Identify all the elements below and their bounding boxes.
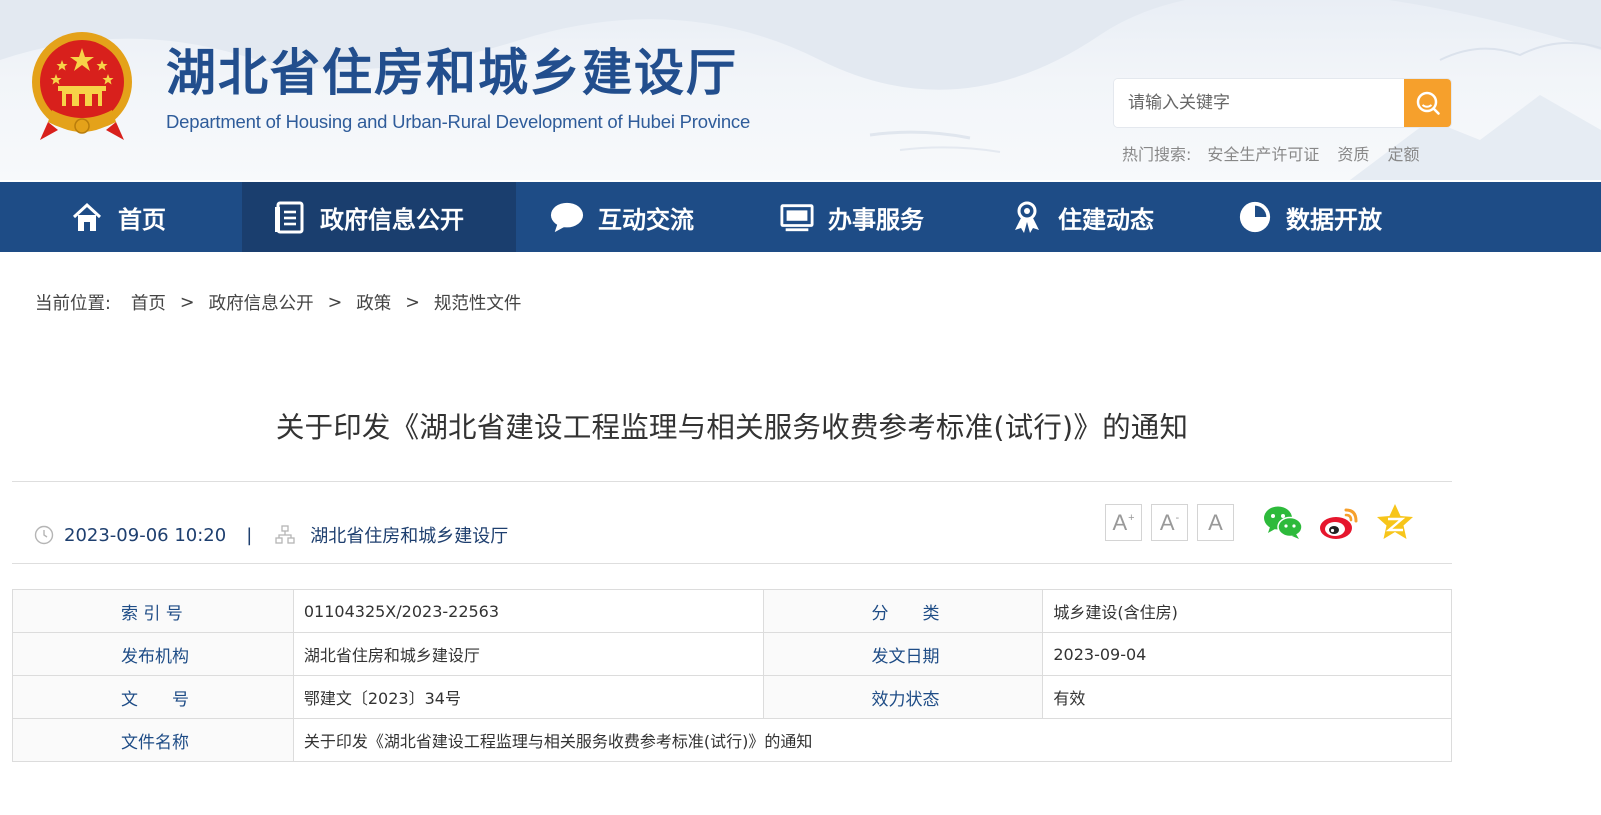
breadcrumb-link-normative-docs[interactable]: 规范性文件 xyxy=(434,290,522,315)
weibo-icon[interactable] xyxy=(1318,502,1360,542)
font-large-label: A xyxy=(1112,509,1128,535)
clock-icon xyxy=(34,525,54,545)
minus-sign: - xyxy=(1175,511,1180,524)
font-size-decrease-button[interactable]: A- xyxy=(1151,504,1188,541)
search-button[interactable] xyxy=(1404,79,1451,127)
monitor-icon xyxy=(780,200,814,234)
site-subtitle: Department of Housing and Urban-Rural De… xyxy=(166,111,751,132)
table-row: 文 号 鄂建文〔2023〕34号 效力状态 有效 xyxy=(12,675,1452,719)
info-key: 发布机构 xyxy=(12,632,294,676)
award-person-icon xyxy=(1010,200,1044,234)
info-value: 湖北省住房和城乡建设厅 xyxy=(292,632,764,676)
font-size-increase-button[interactable]: A + xyxy=(1105,504,1142,541)
search-box xyxy=(1114,79,1451,127)
breadcrumb-separator: > xyxy=(327,292,343,313)
hot-search-label: 热门搜索: xyxy=(1122,145,1192,164)
font-size-reset-button[interactable]: A xyxy=(1197,504,1234,541)
breadcrumb-link-home[interactable]: 首页 xyxy=(131,290,166,315)
font-default-label: A xyxy=(1208,509,1223,535)
meta-divider: | xyxy=(246,524,253,546)
info-value: 01104325X/2023-22563 xyxy=(292,589,764,633)
info-value: 鄂建文〔2023〕34号 xyxy=(292,675,764,719)
hot-term-link[interactable]: 资质 xyxy=(1337,141,1369,165)
nav-item-interaction[interactable]: 互动交流 xyxy=(550,182,750,252)
nav-item-label: 住建动态 xyxy=(1058,205,1154,234)
site-header: 湖北省住房和城乡建设厅 Department of Housing and Ur… xyxy=(0,0,1601,180)
breadcrumb-label: 当前位置: xyxy=(35,294,111,314)
table-row: 索 引 号 01104325X/2023-22563 分 类 城乡建设(含住房) xyxy=(12,589,1452,633)
org-structure-icon xyxy=(275,525,295,544)
pie-chart-icon xyxy=(1238,200,1272,234)
nav-item-open-data[interactable]: 数据开放 xyxy=(1238,182,1438,252)
breadcrumb-link-policy[interactable]: 政策 xyxy=(356,290,391,315)
info-value: 城乡建设(含住房) xyxy=(1042,589,1452,633)
nav-item-home[interactable]: 首页 xyxy=(70,182,230,252)
info-value: 有效 xyxy=(1042,675,1452,719)
nav-item-gov-info[interactable]: 政府信息公开 xyxy=(242,182,516,252)
info-key: 文 号 xyxy=(12,675,294,719)
publish-datetime: 2023-09-06 10:20 xyxy=(64,524,227,546)
search-input[interactable] xyxy=(1114,79,1404,127)
breadcrumb: 当前位置: 首页 > 政府信息公开 > 政策 > 规范性文件 xyxy=(35,290,521,315)
info-key: 文件名称 xyxy=(12,718,294,762)
info-key: 效力状态 xyxy=(762,675,1044,719)
nav-item-label: 办事服务 xyxy=(828,205,924,234)
article-meta: 2023-09-06 10:20 | 湖北省住房和城乡建设厅 xyxy=(34,520,508,550)
divider-line xyxy=(12,563,1452,564)
site-title[interactable]: 湖北省住房和城乡建设厅 xyxy=(166,40,738,106)
qzone-icon[interactable] xyxy=(1374,502,1416,542)
search-icon xyxy=(1416,91,1440,115)
chat-bubble-icon xyxy=(550,200,584,234)
nav-item-services[interactable]: 办事服务 xyxy=(780,182,980,252)
home-icon xyxy=(70,200,104,234)
table-row: 发布机构 湖北省住房和城乡建设厅 发文日期 2023-09-04 xyxy=(12,632,1452,676)
plus-sign: + xyxy=(1128,511,1135,524)
info-key: 发文日期 xyxy=(762,632,1044,676)
divider-line xyxy=(12,481,1452,482)
breadcrumb-link-gov-info[interactable]: 政府信息公开 xyxy=(209,290,314,315)
hot-search: 热门搜索: 安全生产许可证 资质 定额 xyxy=(1122,141,1419,165)
info-key: 分 类 xyxy=(762,589,1044,633)
publisher-source: 湖北省住房和城乡建设厅 xyxy=(310,526,509,547)
nav-item-label: 政府信息公开 xyxy=(320,205,464,234)
nav-item-label: 数据开放 xyxy=(1286,205,1382,234)
info-value: 2023-09-04 xyxy=(1042,632,1452,676)
document-list-icon xyxy=(272,200,306,234)
national-emblem-logo xyxy=(32,32,132,140)
hot-term-link[interactable]: 安全生产许可证 xyxy=(1207,141,1319,165)
article-title: 关于印发《湖北省建设工程监理与相关服务收费参考标准(试行)》的通知 xyxy=(275,411,1189,444)
info-key: 索 引 号 xyxy=(12,589,294,633)
nav-item-label: 首页 xyxy=(118,205,166,234)
info-value: 关于印发《湖北省建设工程监理与相关服务收费参考标准(试行)》的通知 xyxy=(292,718,1453,762)
main-nav: 首页 政府信息公开 互动交流 办事服务 住建动态 数据开放 xyxy=(0,182,1601,252)
breadcrumb-separator: > xyxy=(405,292,420,313)
document-info-table: 索 引 号 01104325X/2023-22563 分 类 城乡建设(含住房)… xyxy=(12,589,1453,762)
nav-item-news[interactable]: 住建动态 xyxy=(1010,182,1210,252)
wechat-icon[interactable] xyxy=(1262,502,1304,542)
table-row: 文件名称 关于印发《湖北省建设工程监理与相关服务收费参考标准(试行)》的通知 xyxy=(12,718,1453,762)
font-small-label: A xyxy=(1159,509,1175,535)
hot-term-link[interactable]: 定额 xyxy=(1387,141,1419,165)
nav-item-label: 互动交流 xyxy=(598,205,694,234)
breadcrumb-separator: > xyxy=(179,292,195,313)
